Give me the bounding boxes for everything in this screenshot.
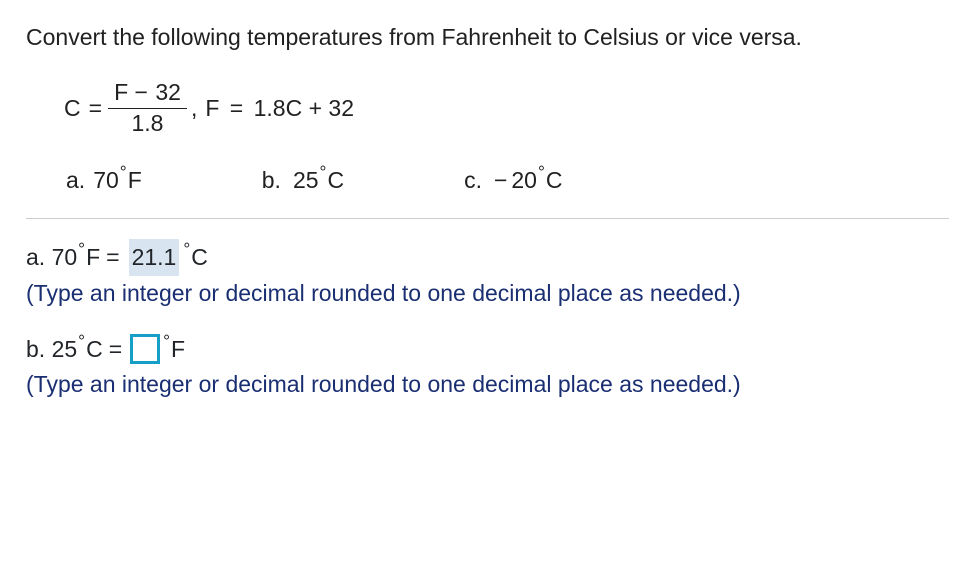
degree-icon: ° [78, 237, 85, 263]
option-c-minus: − [494, 167, 507, 194]
answer-a-value[interactable]: 21.1 [129, 239, 180, 276]
degree-icon: ° [538, 162, 545, 183]
degree-icon: ° [120, 162, 127, 183]
degree-icon: ° [183, 237, 190, 263]
answer-b-prefix: b. 25 [26, 332, 77, 367]
num-minus: − [135, 79, 149, 105]
fraction-denominator: 1.8 [108, 108, 187, 138]
num-f: F [114, 79, 128, 105]
answer-b-equals: = [109, 332, 122, 367]
option-b-value: 25 [293, 167, 319, 194]
answer-a-equals: = [106, 240, 119, 275]
answer-b-line: b. 25°C = °F [26, 332, 949, 367]
answer-b-instruction: (Type an integer or decimal rounded to o… [26, 367, 949, 402]
f-equals: = [230, 95, 243, 121]
fraction-numerator: F − 32 [108, 79, 187, 108]
fahrenheit-formula: F = 1.8C + 32 [205, 95, 354, 122]
var-c: C [64, 95, 81, 122]
degree-icon: ° [163, 329, 170, 355]
formulas-row: C = F − 32 1.8 , F = 1.8C + 32 [64, 79, 949, 137]
answer-a-block: a. 70°F = 21.1 °C (Type an integer or de… [26, 239, 949, 310]
option-c-unit: C [546, 167, 563, 194]
question-text: Convert the following temperatures from … [26, 22, 949, 53]
answer-a-line: a. 70°F = 21.1 °C [26, 239, 949, 276]
divider [26, 218, 949, 219]
answer-b-input[interactable] [130, 334, 160, 364]
option-c: c. − 20°C [464, 167, 562, 194]
answer-b-prefix-unit: C [86, 332, 103, 367]
options-row: a. 70°F b. 25°C c. − 20°C [66, 167, 949, 194]
answer-a-result-unit: C [191, 240, 208, 275]
option-a-value: 70 [93, 167, 119, 194]
f-var: F [205, 95, 219, 121]
option-b-letter: b. [262, 167, 281, 194]
answer-a-prefix-unit: F [86, 240, 100, 275]
fraction: F − 32 1.8 [108, 79, 187, 137]
celsius-formula: C = F − 32 1.8 , [64, 79, 199, 137]
degree-icon: ° [320, 162, 327, 183]
answer-b-block: b. 25°C = °F (Type an integer or decimal… [26, 332, 949, 401]
answer-b-result-unit: F [171, 332, 185, 367]
option-b-unit: C [327, 167, 344, 194]
degree-icon: ° [78, 329, 85, 355]
option-a: a. 70°F [66, 167, 142, 194]
f-rhs: 1.8C + 32 [254, 95, 354, 121]
option-a-letter: a. [66, 167, 85, 194]
formula-comma: , [191, 95, 197, 122]
option-c-value: 20 [511, 167, 537, 194]
answer-a-instruction: (Type an integer or decimal rounded to o… [26, 276, 949, 311]
answer-a-prefix: a. 70 [26, 240, 77, 275]
option-b: b. 25°C [262, 167, 344, 194]
option-a-unit: F [128, 167, 142, 194]
equals-sign: = [89, 95, 102, 122]
num-const: 32 [155, 79, 181, 105]
option-c-letter: c. [464, 167, 482, 194]
